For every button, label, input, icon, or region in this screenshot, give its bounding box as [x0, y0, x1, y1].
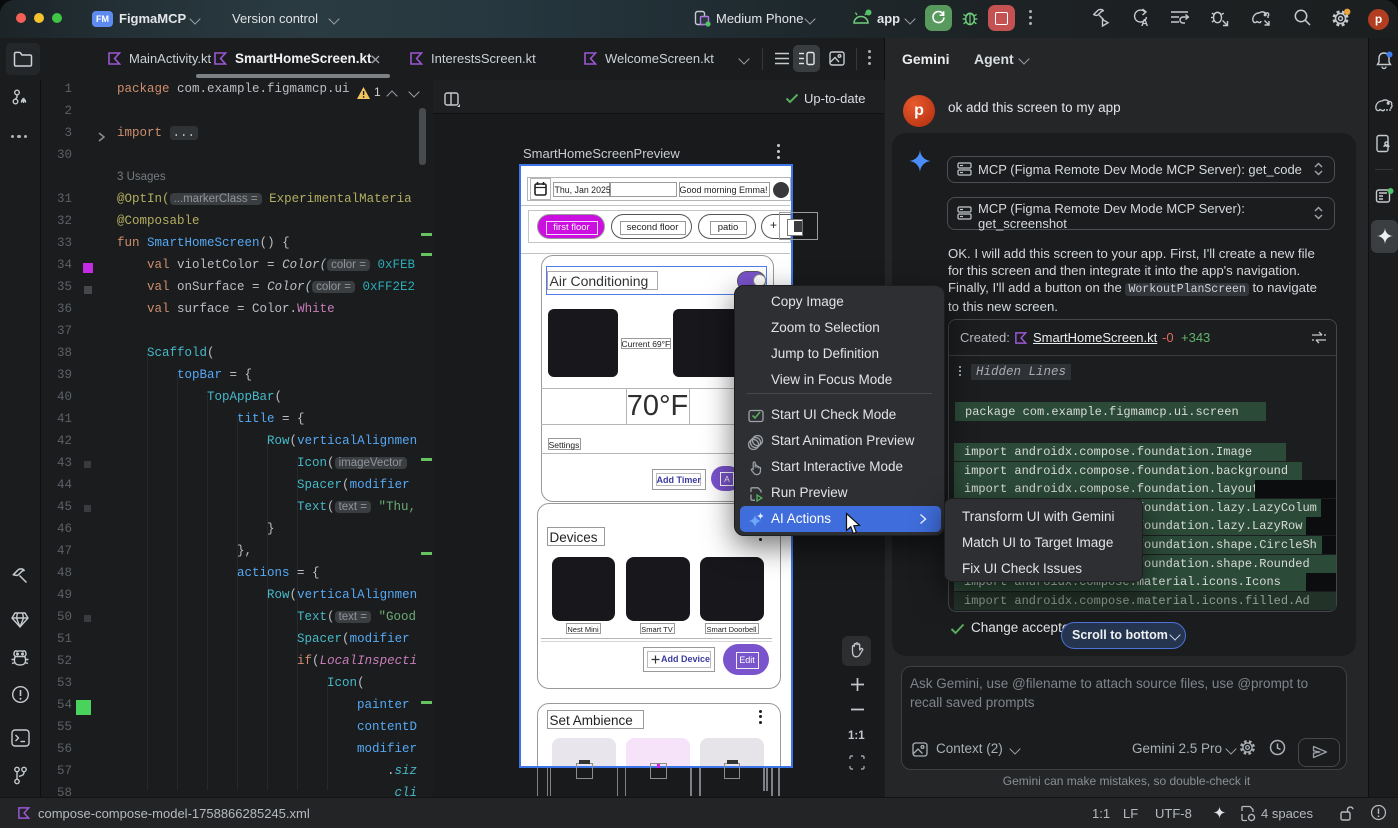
svg-text:A: A — [1141, 18, 1148, 28]
